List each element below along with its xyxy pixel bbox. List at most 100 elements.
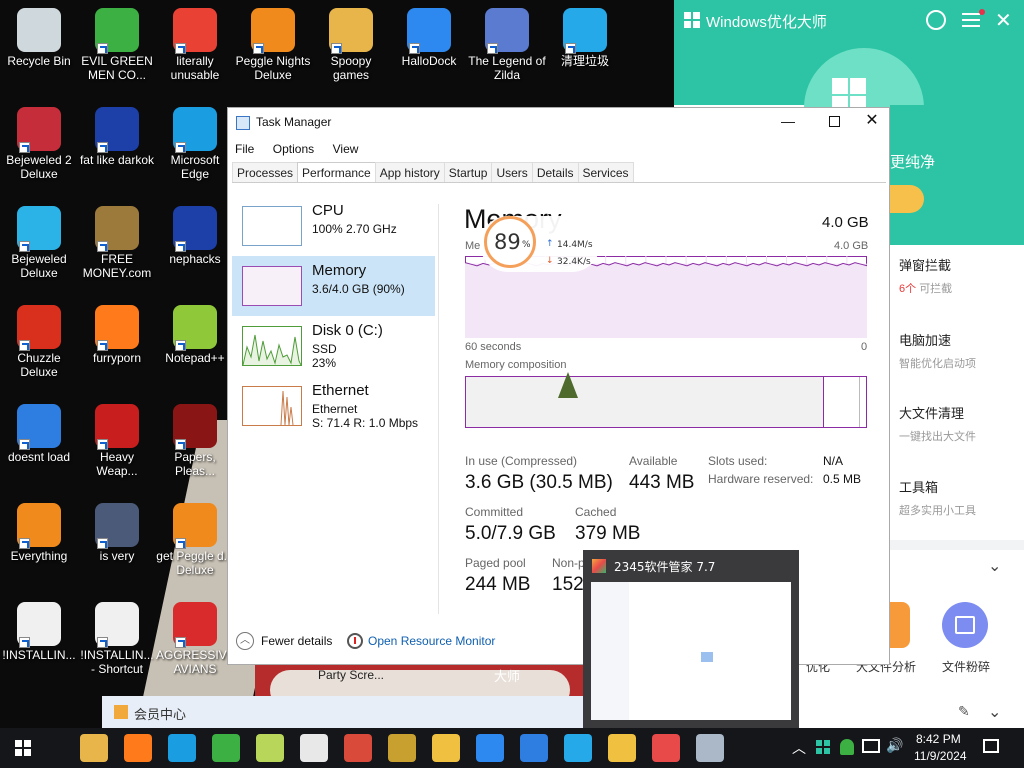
taskbar-notes-icon[interactable]: [300, 734, 328, 762]
desktop-icon[interactable]: The Legend of Zilda: [468, 8, 546, 82]
tab-startup[interactable]: Startup: [443, 162, 493, 182]
desktop-icon-label: HalloDock: [401, 54, 457, 68]
sidebar-item-disk[interactable]: Disk 0 (C:) SSD 23%: [232, 316, 435, 376]
taskbar-preview[interactable]: 2345软件管家 7.7: [583, 550, 799, 728]
feature-popup-block[interactable]: 弹窗拦截 6个 可拦截: [899, 255, 1024, 296]
maximize-button[interactable]: [814, 108, 854, 136]
vip-bar[interactable]: 会员中心: [102, 696, 592, 728]
taskbar-apps-icon[interactable]: [652, 734, 680, 762]
desktop-icon[interactable]: 清理垃圾: [546, 8, 624, 68]
desktop-icon[interactable]: HalloDock: [390, 8, 468, 68]
taskbar-file-explorer-icon[interactable]: [80, 734, 108, 762]
taskbar-firefox-icon[interactable]: [124, 734, 152, 762]
desktop-icon[interactable]: Papers, Pleas...: [156, 404, 234, 478]
menu-file[interactable]: File: [235, 142, 254, 156]
desktop-icon[interactable]: Notepad++: [156, 305, 234, 365]
desktop-icon[interactable]: fat like darkok: [78, 107, 156, 167]
chevron-down-icon[interactable]: ⌄: [988, 702, 1001, 721]
edge-icon: [173, 107, 217, 153]
minimize-button[interactable]: —: [768, 108, 808, 136]
desktop-icon[interactable]: Peggle Nights Deluxe: [234, 8, 312, 82]
desktop-icon[interactable]: Bejeweled Deluxe: [0, 206, 78, 280]
user-icon[interactable]: [926, 10, 946, 30]
feature-big-file-clean[interactable]: 大文件清理 一键找出大文件: [899, 403, 1024, 444]
green-men-tray-icon[interactable]: [840, 739, 854, 755]
taskbar-archive-icon[interactable]: [432, 734, 460, 762]
taskbar-trash-icon[interactable]: [564, 734, 592, 762]
feature-sub: 一键找出大文件: [899, 431, 976, 443]
taskbar-shield-icon[interactable]: [476, 734, 504, 762]
file-shredder-icon[interactable]: [942, 602, 988, 648]
start-button[interactable]: [15, 740, 31, 756]
desktop-icon[interactable]: is very: [78, 503, 156, 563]
green-men-icon: [95, 8, 139, 54]
shortcut-arrow-icon: [175, 439, 186, 450]
desktop-icon[interactable]: Chuzzle Deluxe: [0, 305, 78, 379]
shortcut-arrow-icon: [97, 340, 108, 351]
clock-date[interactable]: 11/9/2024: [914, 749, 967, 763]
network-icon[interactable]: [862, 739, 880, 753]
tab-services[interactable]: Services: [577, 162, 634, 182]
tab-details[interactable]: Details: [531, 162, 579, 182]
taskbar-ie-icon[interactable]: [168, 734, 196, 762]
desktop-icon[interactable]: Recycle Bin: [0, 8, 78, 68]
notification-center-icon[interactable]: [983, 739, 999, 753]
desktop-icon[interactable]: Spoopy games: [312, 8, 390, 82]
arrow-up-icon: ↑: [546, 239, 554, 249]
scan-button[interactable]: [890, 185, 924, 213]
radiation-icon: [95, 404, 139, 450]
speed-widget[interactable]: 89 % ↑ 14.4M/s ↓ 32.4K/s: [480, 216, 600, 272]
clock-time[interactable]: 8:42 PM: [916, 732, 961, 746]
desktop-icon[interactable]: Everything: [0, 503, 78, 563]
desktop-icon-label: Recycle Bin: [7, 54, 71, 68]
fewer-details-link[interactable]: Fewer details: [261, 634, 332, 648]
chevron-up-icon[interactable]: ︿: [792, 738, 806, 758]
sidebar-item-cpu[interactable]: CPU 100% 2.70 GHz: [232, 196, 435, 256]
taskbar-cube-app-icon[interactable]: [256, 734, 284, 762]
volume-icon[interactable]: 🔊: [886, 738, 903, 754]
menu-icon[interactable]: [962, 13, 980, 27]
tool-label[interactable]: 文件粉碎: [942, 658, 990, 675]
taskbar-pay-icon[interactable]: [608, 734, 636, 762]
desktop-icon[interactable]: get Peggle d... Deluxe: [156, 503, 234, 577]
desktop-icon[interactable]: !INSTALLIN...: [0, 602, 78, 662]
sidebar-item-memory[interactable]: Memory 3.6/4.0 GB (90%): [232, 256, 435, 316]
peggle-icon: [251, 8, 295, 54]
desktop-icon[interactable]: FREE MONEY.com: [78, 206, 156, 280]
close-button[interactable]: ✕: [854, 108, 890, 136]
edit-icon[interactable]: ✎: [958, 704, 970, 720]
desktop-icon[interactable]: EVIL GREEN MEN CO...: [78, 8, 156, 82]
desktop-icon[interactable]: Heavy Weap...: [78, 404, 156, 478]
desktop-icon[interactable]: literally unusable: [156, 8, 234, 82]
tab-users[interactable]: Users: [491, 162, 533, 182]
optimizer-tray-icon[interactable]: [816, 740, 830, 754]
chevron-down-icon[interactable]: ⌄: [988, 556, 1001, 575]
search-icon: [17, 503, 61, 549]
taskbar-gift-box-icon[interactable]: [344, 734, 372, 762]
desktop-icon[interactable]: furryporn: [78, 305, 156, 365]
taskbar-green-men-icon[interactable]: [212, 734, 240, 762]
taskbar-archive-icon[interactable]: [388, 734, 416, 762]
tab-app-history[interactable]: App history: [374, 162, 445, 182]
sidebar-item-ethernet[interactable]: Ethernet Ethernet S: 71.4 R: 1.0 Mbps: [232, 376, 435, 436]
taskbar-screen-icon[interactable]: [520, 734, 548, 762]
desktop-icon[interactable]: !INSTALLIN... - Shortcut: [78, 602, 156, 676]
tab-performance[interactable]: Performance: [297, 162, 376, 182]
graph-max-label: 4.0 GB: [834, 240, 869, 252]
chevron-up-icon[interactable]: ︿: [236, 632, 254, 650]
menu-view[interactable]: View: [333, 142, 359, 156]
taskbar-window-preview-icon[interactable]: [696, 734, 724, 762]
feature-speedup[interactable]: 电脑加速 智能优化启动项: [899, 330, 1024, 371]
close-icon[interactable]: ✕: [995, 8, 1012, 32]
open-resource-monitor-link[interactable]: Open Resource Monitor: [368, 634, 495, 648]
desktop-icon[interactable]: AGGRESSIVE AVIANS: [156, 602, 235, 676]
desktop-icon[interactable]: doesnt load: [0, 404, 78, 464]
desktop-icon[interactable]: nephacks: [156, 206, 234, 266]
feature-toolbox[interactable]: 工具箱 超多实用小工具: [899, 477, 1024, 518]
desktop-icon[interactable]: Microsoft Edge: [156, 107, 234, 181]
menu-options[interactable]: Options: [273, 142, 314, 156]
desktop-icon[interactable]: Bejeweled 2 Deluxe: [0, 107, 78, 181]
desktop-icon-label: FREE MONEY.com: [82, 252, 152, 280]
tab-processes[interactable]: Processes: [232, 162, 299, 182]
desktop-icon-label: Everything: [10, 549, 68, 563]
